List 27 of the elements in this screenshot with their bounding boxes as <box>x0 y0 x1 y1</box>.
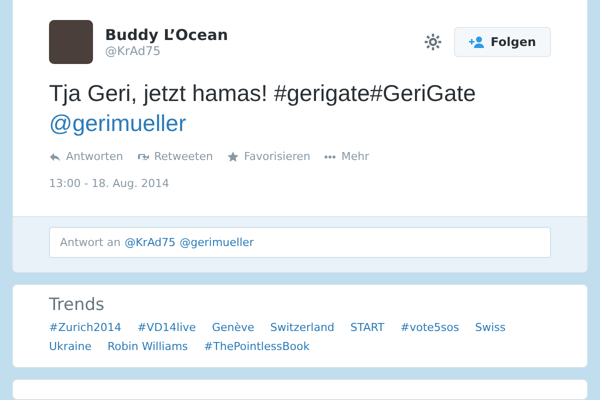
timestamp: 13:00 - 18. Aug. 2014 <box>49 177 170 190</box>
trend-link[interactable]: Switzerland <box>270 321 334 334</box>
trend-link[interactable]: Genève <box>212 321 254 334</box>
trend-link[interactable]: Ukraine <box>49 340 92 353</box>
trends-title: Trends <box>49 295 106 315</box>
trend-link[interactable]: #vote5sos <box>400 321 460 334</box>
tweet-action[interactable]: Antworten <box>49 150 124 163</box>
trend-link[interactable]: Swiss <box>475 321 506 334</box>
tweet-action[interactable]: Retweeten <box>137 150 213 163</box>
tweet-action[interactable]: Favorisieren <box>226 150 310 163</box>
reply-field[interactable]: Antwort an @KrAd75 @gerimueller <box>49 227 551 258</box>
star-icon <box>226 150 239 162</box>
reply-arrow-icon <box>49 150 61 162</box>
user-handle: @KrAd75 <box>105 44 162 58</box>
tweet-text: Tja Geri, jetzt hamas! #gerigate#GeriGate <box>49 79 477 108</box>
tweet-action[interactable]: Mehr <box>324 150 370 163</box>
trend-link[interactable]: Robin Williams <box>107 340 188 353</box>
trend-link[interactable]: #ThePointlessBook <box>204 340 310 353</box>
avatar-placeholder <box>49 20 93 64</box>
trend-link[interactable]: START <box>350 321 384 334</box>
settings-icon[interactable] <box>424 33 442 51</box>
user-name: Buddy L’Ocean <box>105 26 230 44</box>
mention-link[interactable]: @gerimueller <box>49 108 551 138</box>
add-user-icon <box>468 36 485 48</box>
follow-button[interactable]: Folgen <box>454 27 551 57</box>
trend-link[interactable]: #VD14live <box>137 321 196 334</box>
trend-link[interactable]: #Zurich2014 <box>49 321 122 334</box>
